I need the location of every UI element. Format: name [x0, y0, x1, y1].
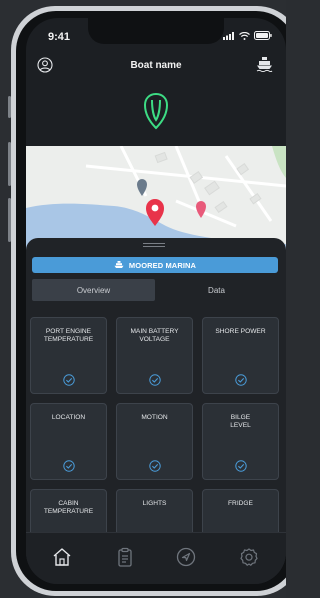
card-port-engine-temperature[interactable]: PORT ENGINE TEMPERATURE [30, 317, 107, 394]
card-label: SHORE POWER [215, 328, 266, 335]
mooring-status-label: MOORED MARINA [128, 260, 197, 270]
sheet-drag-handle[interactable] [143, 243, 165, 247]
card-label: LOCATION [51, 414, 86, 421]
status-bar: 9:41 [26, 18, 286, 52]
app-header: Boat name [26, 52, 286, 80]
card-label: LIGHTS [142, 500, 167, 507]
tab-overview[interactable]: Overview [32, 279, 155, 301]
signal-icon [223, 31, 234, 40]
stage: 9:41 Boat name MOORED MARINA Overview Da… [0, 0, 286, 598]
notch [88, 18, 224, 44]
clipboard-icon[interactable] [113, 545, 137, 569]
app-screen: 9:41 Boat name MOORED MARINA Overview Da… [26, 18, 286, 584]
view-tabs: Overview Data [32, 279, 278, 301]
card-label: CABIN TEMPERATURE [43, 500, 94, 516]
card-main-battery-voltage[interactable]: MAIN BATTERY VOLTAGE [116, 317, 193, 394]
card-location[interactable]: LOCATION [30, 403, 107, 480]
check-circle-icon [63, 460, 75, 472]
card-motion[interactable]: MOTION [116, 403, 193, 480]
settings-icon[interactable] [237, 545, 261, 569]
check-circle-icon [149, 374, 161, 386]
battery-icon [254, 31, 272, 40]
card-label: MAIN BATTERY VOLTAGE [130, 328, 179, 344]
tab-data-label: Data [208, 285, 225, 295]
boat-icon[interactable] [256, 56, 273, 72]
home-icon[interactable] [50, 545, 74, 569]
card-label: FRIDGE [228, 500, 253, 507]
tab-data[interactable]: Data [155, 279, 278, 301]
mooring-status-banner: MOORED MARINA [32, 257, 278, 273]
status-icons [223, 31, 272, 40]
boat-name-title: Boat name [130, 60, 182, 71]
check-circle-icon [235, 374, 247, 386]
shield-logo-icon [143, 92, 169, 130]
card-bilge-level[interactable]: BILGE LEVEL [202, 403, 279, 480]
check-circle-icon [149, 460, 161, 472]
boat-icon [114, 261, 124, 268]
navigation-icon[interactable] [174, 545, 198, 569]
status-time: 9:41 [48, 31, 71, 43]
wifi-icon [239, 31, 250, 40]
card-label: BILGE LEVEL [230, 414, 251, 430]
tab-overview-label: Overview [76, 285, 111, 295]
bottom-navigation [26, 532, 286, 584]
check-circle-icon [63, 374, 75, 386]
check-circle-icon [235, 460, 247, 472]
card-label: MOTION [141, 414, 168, 421]
card-label: PORT ENGINE TEMPERATURE [43, 328, 94, 344]
card-shore-power[interactable]: SHORE POWER [202, 317, 279, 394]
